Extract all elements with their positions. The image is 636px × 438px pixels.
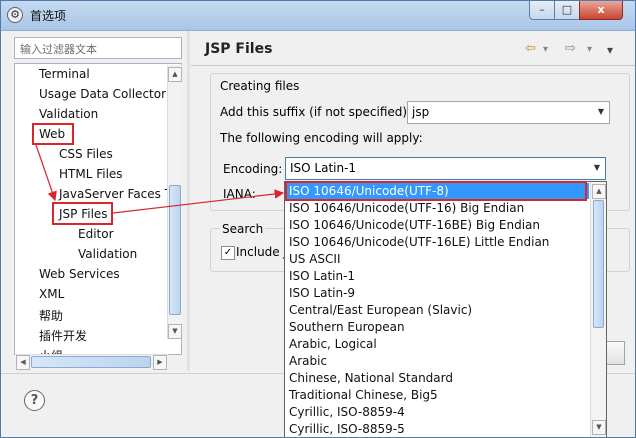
arrow-web-to-jsp	[35, 144, 57, 202]
arrow-jsp-to-utf8	[112, 189, 285, 214]
preferences-window: ⚙ 首选项 – □ x 输入过滤器文本 Terminal Usage Data …	[0, 0, 636, 438]
annotation-arrows	[35, 144, 285, 214]
